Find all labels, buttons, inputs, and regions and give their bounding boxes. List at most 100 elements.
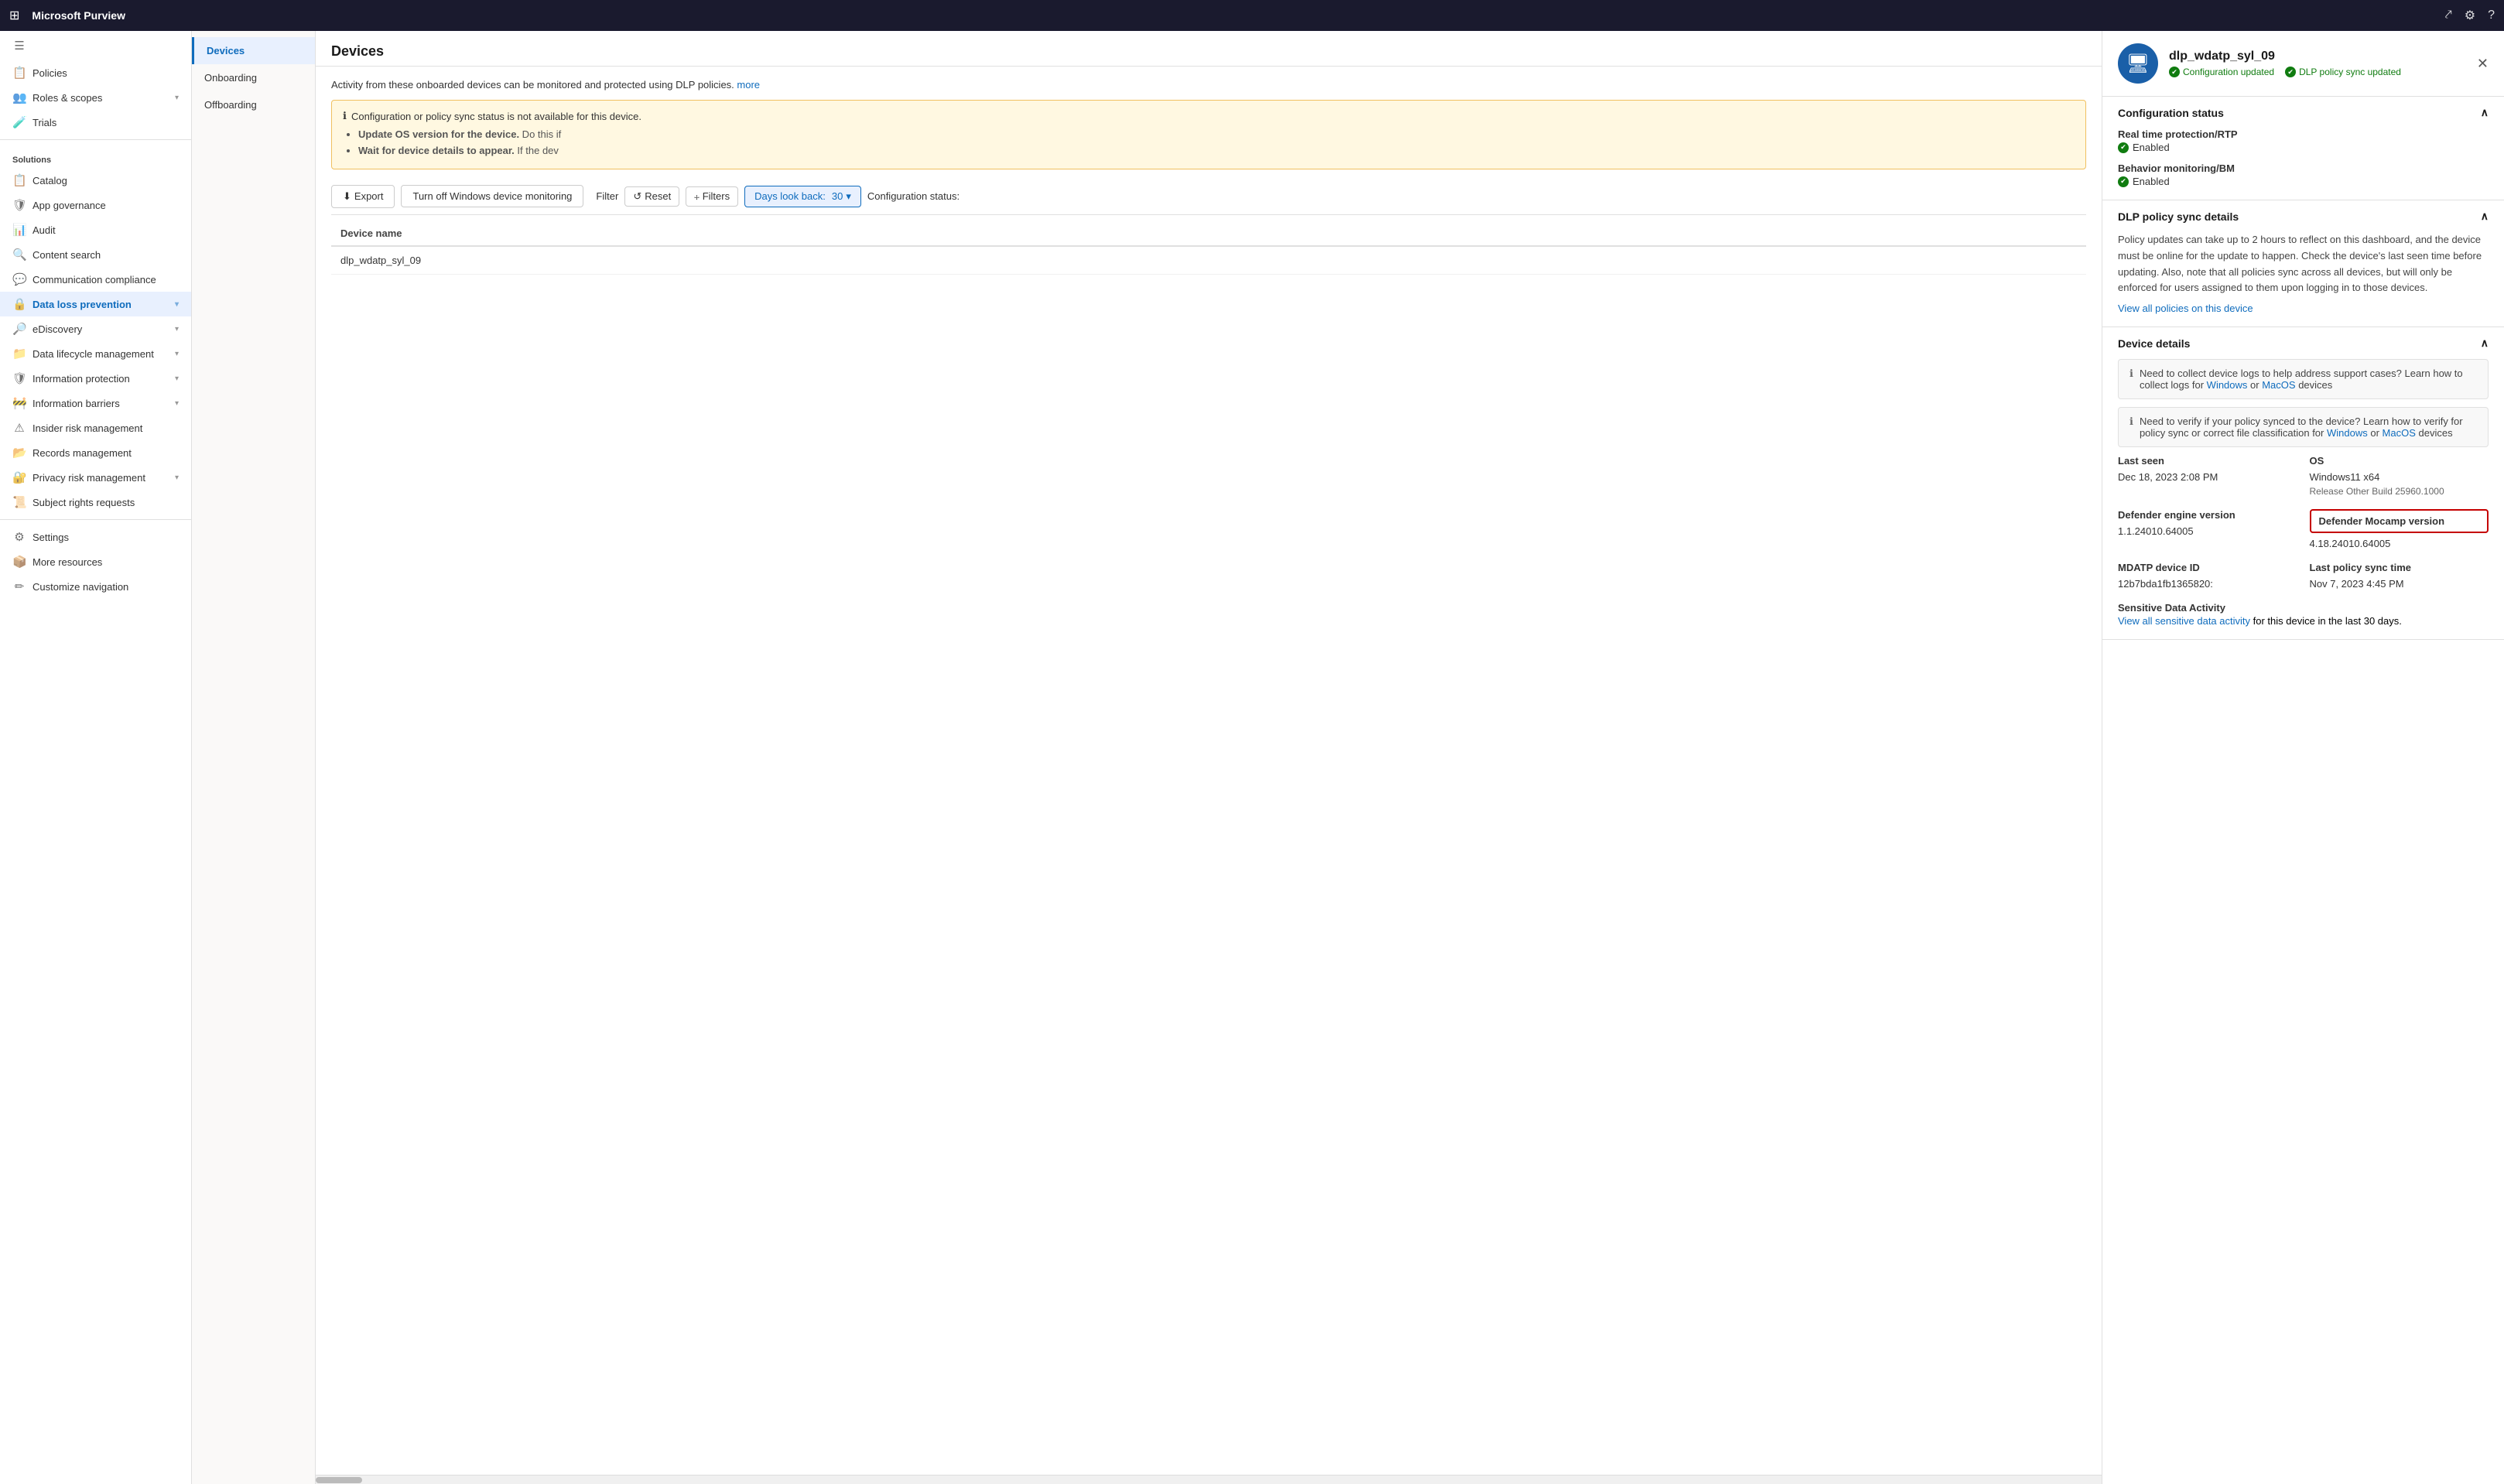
device-badges: Configuration updated DLP policy sync up… <box>2169 67 2466 77</box>
customize-icon: ✏ <box>12 580 26 593</box>
last-policy-sync-col: Last policy sync time Nov 7, 2023 4:45 P… <box>2310 562 2489 590</box>
os-label: OS <box>2310 455 2489 467</box>
sidebar-item-insider-risk[interactable]: ⚠ Insider risk management <box>0 415 191 440</box>
macos-link-2[interactable]: MacOS <box>2383 427 2416 439</box>
warning-icon: ℹ <box>343 110 347 122</box>
mdatp-id-value: 12b7bda1fb1365820: <box>2118 578 2297 590</box>
config-status-label: Configuration status: <box>867 186 960 206</box>
sidebar-item-customize-nav[interactable]: ✏ Customize navigation <box>0 574 191 599</box>
download-icon: ⬇ <box>343 190 351 203</box>
last-seen-label: Last seen <box>2118 455 2297 467</box>
device-details-section: Device details ∧ ℹ Need to collect devic… <box>2102 327 2504 640</box>
sidebar-item-privacy-risk[interactable]: 🔐 Privacy risk management ▾ <box>0 465 191 490</box>
sensitive-data-value: View all sensitive data activity for thi… <box>2118 615 2489 627</box>
callout-text: Need to collect device logs to help addr… <box>2140 368 2477 391</box>
dlp-policy-header[interactable]: DLP policy sync details ∧ <box>2102 200 2504 232</box>
page-title: Devices <box>331 43 2086 60</box>
scrollbar-thumb[interactable] <box>316 1477 362 1483</box>
settings-icon[interactable]: ⚙ <box>2465 8 2475 23</box>
sidebar-item-policies[interactable]: 📋 Policies <box>0 60 191 85</box>
table-header: Device name <box>331 221 2086 246</box>
sidebar-item-app-governance[interactable]: 🛡 App governance <box>0 193 191 217</box>
collapse-icon: ∧ <box>2481 106 2489 119</box>
device-details-header[interactable]: Device details ∧ <box>2102 327 2504 359</box>
turn-off-monitoring-button[interactable]: Turn off Windows device monitoring <box>401 185 583 207</box>
sidebar-item-information-barriers[interactable]: 🚧 Information barriers ▾ <box>0 391 191 415</box>
sidebar-item-subject-rights[interactable]: 📜 Subject rights requests <box>0 490 191 515</box>
detail-panel-header: 🖥 dlp_wdatp_syl_09 Configuration updated… <box>2102 31 2504 97</box>
sidebar-item-roles-scopes[interactable]: 👥 Roles & scopes ▾ <box>0 85 191 110</box>
content-header: Devices <box>316 31 2102 67</box>
chevron-down-icon: ▾ <box>175 94 179 102</box>
share-icon[interactable]: ⤤ <box>2445 9 2452 22</box>
audit-icon: 📊 <box>12 223 26 237</box>
macos-link-1[interactable]: MacOS <box>2262 379 2295 391</box>
config-status-header[interactable]: Configuration status ∧ <box>2102 97 2504 128</box>
days-lookback-dropdown[interactable]: Days look back: 30 ▾ <box>744 186 861 207</box>
dlp-policy-content: Policy updates can take up to 2 hours to… <box>2102 232 2504 327</box>
sidebar-item-more-resources[interactable]: 📦 More resources <box>0 549 191 574</box>
badge-config-updated: Configuration updated <box>2169 67 2274 77</box>
callout-policy-verify: ℹ Need to verify if your policy synced t… <box>2118 407 2489 447</box>
reset-button[interactable]: ↺ Reset <box>624 186 679 207</box>
chevron-down-icon: ▾ <box>175 350 179 358</box>
detail-body: Configuration status ∧ Real time protect… <box>2102 97 2504 1484</box>
sidebar-item-records-management[interactable]: 📂 Records management <box>0 440 191 465</box>
close-button[interactable]: ✕ <box>2477 56 2489 72</box>
nav-item-offboarding[interactable]: Offboarding <box>192 91 315 118</box>
main-layout: ☰ 📋 Policies 👥 Roles & scopes ▾ 🧪 Trials… <box>0 31 2504 1484</box>
rtp-field: Real time protection/RTP Enabled <box>2118 128 2489 153</box>
view-all-policies-link[interactable]: View all policies on this device <box>2118 303 2253 314</box>
sidebar-toggle[interactable]: ☰ <box>0 31 191 60</box>
config-status-content: Real time protection/RTP Enabled Behavio… <box>2102 128 2504 200</box>
warning-list: Update OS version for the device. Do thi… <box>358 127 2075 159</box>
device-details-content: ℹ Need to collect device logs to help ad… <box>2102 359 2504 639</box>
policies-icon: 📋 <box>12 66 26 80</box>
defender-mocamp-label: Defender Mocamp version <box>2310 509 2489 533</box>
sidebar-item-settings[interactable]: ⚙ Settings <box>0 525 191 549</box>
last-policy-sync-label: Last policy sync time <box>2310 562 2489 573</box>
windows-link-1[interactable]: Windows <box>2207 379 2248 391</box>
help-icon[interactable]: ? <box>2488 9 2495 22</box>
sidebar-item-audit[interactable]: 📊 Audit <box>0 217 191 242</box>
sidebar-item-catalog[interactable]: 📋 Catalog <box>0 168 191 193</box>
defender-engine-col: Defender engine version 1.1.24010.64005 <box>2118 509 2297 549</box>
device-avatar: 🖥 <box>2118 43 2158 84</box>
table-row[interactable]: dlp_wdatp_syl_09 <box>331 246 2086 275</box>
dlp-policy-title: DLP policy sync details <box>2118 210 2239 223</box>
filters-button[interactable]: ⧾ Filters <box>686 186 738 207</box>
sidebar-item-trials[interactable]: 🧪 Trials <box>0 110 191 135</box>
info-icon: ℹ <box>2129 368 2133 391</box>
nav-item-onboarding[interactable]: Onboarding <box>192 64 315 91</box>
toolbar: ⬇ Export Turn off Windows device monitor… <box>331 179 2086 215</box>
sidebar-item-ediscovery[interactable]: 🔎 eDiscovery ▾ <box>0 316 191 341</box>
devices-table: Device name dlp_wdatp_syl_09 <box>331 221 2086 275</box>
sidebar-item-data-loss-prevention[interactable]: 🔒 Data loss prevention ▾ <box>0 292 191 316</box>
grid-icon[interactable]: ⊞ <box>9 8 19 23</box>
sidebar-item-communication-compliance[interactable]: 💬 Communication compliance <box>0 267 191 292</box>
defender-engine-label: Defender engine version <box>2118 509 2297 521</box>
last-seen-value: Dec 18, 2023 2:08 PM <box>2118 471 2297 483</box>
config-status-section: Configuration status ∧ Real time protect… <box>2102 97 2504 200</box>
config-status-title: Configuration status <box>2118 107 2224 119</box>
content-info-text: Activity from these onboarded devices ca… <box>331 79 2086 91</box>
filter-icon: ⧾ <box>694 190 700 203</box>
info-barriers-icon: 🚧 <box>12 396 26 410</box>
export-button[interactable]: ⬇ Export <box>331 185 395 208</box>
chevron-down-icon: ▾ <box>175 325 179 333</box>
sensitive-data-link[interactable]: View all sensitive data activity <box>2118 615 2250 627</box>
chevron-down-icon: ▾ <box>175 300 179 309</box>
sidebar-item-data-lifecycle[interactable]: 📁 Data lifecycle management ▾ <box>0 341 191 366</box>
horizontal-scrollbar[interactable] <box>316 1475 2102 1484</box>
nav-item-devices[interactable]: Devices <box>192 37 315 64</box>
defender-engine-value: 1.1.24010.64005 <box>2118 525 2297 537</box>
more-link[interactable]: more <box>737 79 760 91</box>
mdatp-id-label: MDATP device ID <box>2118 562 2297 573</box>
topbar: ⊞ Microsoft Purview ⤤ ⚙ ? <box>0 0 2504 31</box>
windows-link-2[interactable]: Windows <box>2327 427 2368 439</box>
sidebar-item-content-search[interactable]: 🔍 Content search <box>0 242 191 267</box>
dlp-icon: 🔒 <box>12 297 26 311</box>
sidebar-item-information-protection[interactable]: 🛡 Information protection ▾ <box>0 366 191 391</box>
info-icon: ℹ <box>2129 415 2133 439</box>
chevron-down-icon: ▾ <box>175 474 179 482</box>
